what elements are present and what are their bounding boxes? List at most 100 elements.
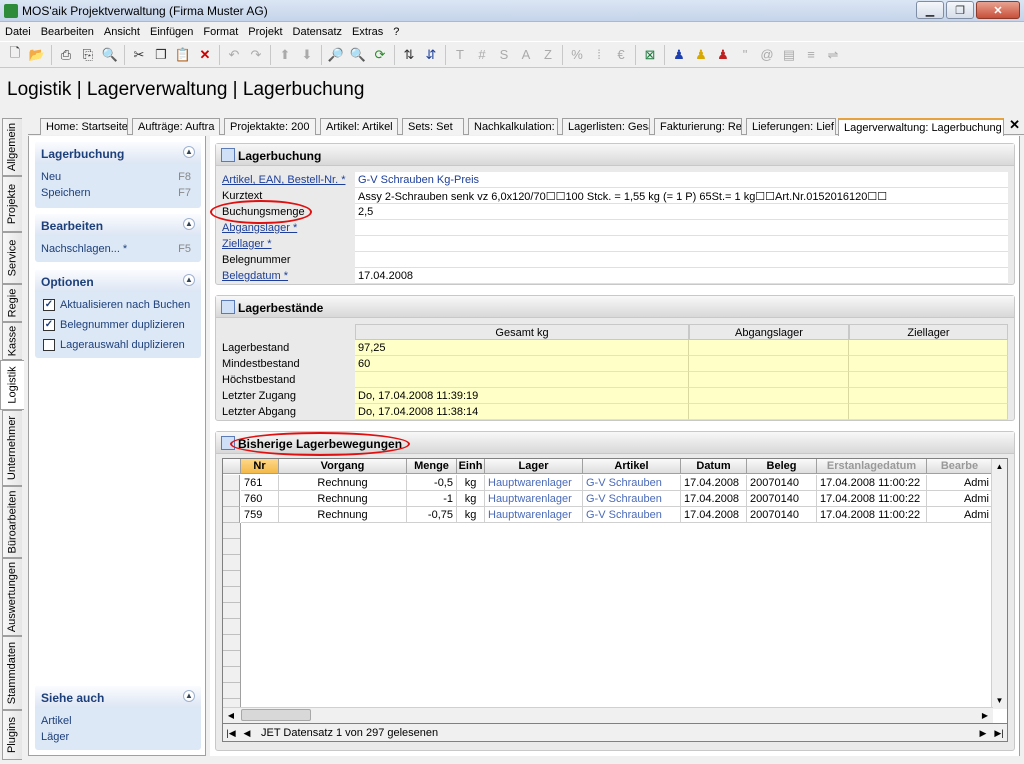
last-record-icon[interactable]: ▶|	[991, 726, 1007, 740]
kurztext-input[interactable]: Assy 2-Schrauben senk vz 6,0x120/70☐☐100…	[355, 188, 1008, 204]
abgangslager-input[interactable]	[355, 220, 1008, 236]
collapse-chevron-icon[interactable]: ▲	[183, 690, 195, 702]
checkbox[interactable]: ✓	[43, 319, 55, 331]
table-cell[interactable]: Admi	[927, 491, 993, 507]
find-next-icon[interactable]: 🔍	[347, 44, 369, 66]
vtab-logistik[interactable]: Logistik	[0, 360, 24, 410]
find-icon[interactable]: 🔎	[325, 44, 347, 66]
table-cell[interactable]: G-V Schrauben	[583, 491, 681, 507]
menu-einfuegen[interactable]: Einfügen	[145, 26, 198, 38]
table-cell[interactable]: Rechnung	[279, 507, 407, 523]
collapse-chevron-icon[interactable]: ▲	[183, 218, 195, 230]
tab-nachkalkulation[interactable]: Nachkalkulation: I	[468, 118, 558, 135]
outline-numbering-icon[interactable]: ⁞	[588, 44, 610, 66]
collapse-chevron-icon[interactable]: ▲	[183, 274, 195, 286]
table-cell[interactable]: 17.04.2008 11:00:22	[817, 475, 927, 491]
symbol-z-icon[interactable]: Z	[537, 44, 559, 66]
link-icon[interactable]: ⇌	[822, 44, 844, 66]
checkbox[interactable]	[43, 339, 55, 351]
scroll-right-icon[interactable]: ▶	[977, 708, 993, 723]
tab-fakturierung[interactable]: Fakturierung: Re	[654, 118, 742, 135]
col-beleg[interactable]: Beleg	[747, 459, 817, 474]
menu-format[interactable]: Format	[198, 26, 243, 38]
table-cell[interactable]: -0,75	[407, 507, 457, 523]
table-cell[interactable]: 20070140	[747, 475, 817, 491]
menu-datensatz[interactable]: Datensatz	[288, 26, 348, 38]
belegdatum-input[interactable]: 17.04.2008	[355, 268, 1008, 284]
option-lagerauswahl[interactable]: Lagerauswahl duplizieren	[35, 335, 201, 355]
tab-artikel[interactable]: Artikel: Artikel	[320, 118, 398, 135]
table-cell[interactable]: kg	[457, 475, 485, 491]
print-icon[interactable]: ⎙	[55, 44, 77, 66]
list-icon[interactable]: ≡	[800, 44, 822, 66]
delete-icon[interactable]: ✕	[194, 44, 216, 66]
tab-projektakte[interactable]: Projektakte: 200	[224, 118, 316, 135]
ziellager-input[interactable]	[355, 236, 1008, 252]
table-cell[interactable]: kg	[457, 491, 485, 507]
user-red-icon[interactable]: ♟	[712, 44, 734, 66]
tab-lagerverwaltung[interactable]: Lagerverwaltung: Lagerbuchung	[838, 118, 1004, 136]
paste-icon[interactable]: 📋	[172, 44, 194, 66]
vtab-kasse[interactable]: Kasse	[2, 322, 22, 360]
text-format-icon[interactable]: T	[449, 44, 471, 66]
vtab-stammdaten[interactable]: Stammdaten	[2, 636, 22, 710]
table-cell[interactable]: Hauptwarenlager	[485, 507, 583, 523]
close-tab-icon[interactable]: ✕	[1009, 117, 1020, 133]
vtab-bueroarbeiten[interactable]: Büroarbeiten	[2, 486, 22, 558]
vtab-regie[interactable]: Regie	[2, 284, 22, 322]
quote-icon[interactable]: "	[734, 44, 756, 66]
task-neu[interactable]: Neu F8	[35, 169, 201, 185]
sort-descending-icon[interactable]: ⇵	[420, 44, 442, 66]
table-cell[interactable]: -0,5	[407, 475, 457, 491]
table-cell[interactable]: G-V Schrauben	[583, 507, 681, 523]
vtab-projekte[interactable]: Projekte	[2, 176, 22, 232]
menu-ansicht[interactable]: Ansicht	[99, 26, 145, 38]
col-lager[interactable]: Lager	[485, 459, 583, 474]
table-cell[interactable]: Admi	[927, 475, 993, 491]
table-cell[interactable]: 759	[241, 507, 279, 523]
number-format-icon[interactable]: #	[471, 44, 493, 66]
belegnummer-input[interactable]	[355, 252, 1008, 268]
task-speichern[interactable]: Speichern F7	[35, 185, 201, 201]
move-up-icon[interactable]: ⬆	[274, 44, 296, 66]
menu-projekt[interactable]: Projekt	[243, 26, 287, 38]
tab-lagerlisten[interactable]: Lagerlisten: Gesa	[562, 118, 650, 135]
user-blue-icon[interactable]: ♟	[668, 44, 690, 66]
table-cell[interactable]: Rechnung	[279, 491, 407, 507]
task-nachschlagen[interactable]: Nachschlagen... * F5	[35, 241, 201, 257]
refresh-icon[interactable]: ⟳	[369, 44, 391, 66]
menu-help[interactable]: ?	[388, 26, 404, 38]
artikel-input[interactable]: G-V Schrauben Kg-Preis	[355, 172, 1008, 188]
checkbox[interactable]: ✓	[43, 299, 55, 311]
option-belegnummer[interactable]: ✓ Belegnummer duplizieren	[35, 315, 201, 335]
col-datum[interactable]: Datum	[681, 459, 747, 474]
scroll-down-icon[interactable]: ▼	[992, 693, 1007, 709]
tab-auftraege[interactable]: Aufträge: Auftra	[132, 118, 220, 135]
first-record-icon[interactable]: |◀	[223, 726, 239, 740]
vtab-plugins[interactable]: Plugins	[2, 710, 22, 760]
scroll-up-icon[interactable]: ▲	[992, 459, 1007, 475]
move-down-icon[interactable]: ⬇	[296, 44, 318, 66]
vtab-service[interactable]: Service	[2, 232, 22, 284]
next-record-icon[interactable]: ▶	[975, 726, 991, 740]
menu-bearbeiten[interactable]: Bearbeiten	[36, 26, 99, 38]
table-cell[interactable]: Admi	[927, 507, 993, 523]
col-menge[interactable]: Menge	[407, 459, 457, 474]
table-cell[interactable]: 17.04.2008 11:00:22	[817, 491, 927, 507]
maximize-button[interactable]: ❐	[946, 1, 974, 19]
collapse-chevron-icon[interactable]: ▲	[183, 146, 195, 158]
col-artikel[interactable]: Artikel	[583, 459, 681, 474]
link-laeger[interactable]: Läger	[35, 729, 201, 745]
user-yellow-icon[interactable]: ♟	[690, 44, 712, 66]
prev-record-icon[interactable]: ◀	[239, 726, 255, 740]
close-window-button[interactable]: ✕	[976, 1, 1020, 19]
menu-extras[interactable]: Extras	[347, 26, 388, 38]
new-document-icon[interactable]: 🗋	[4, 44, 26, 66]
tab-lieferungen[interactable]: Lieferungen: Lief	[746, 118, 836, 135]
vertical-scrollbar[interactable]: ▲ ▼	[991, 459, 1007, 709]
sort-ascending-icon[interactable]: ⇅	[398, 44, 420, 66]
col-nr[interactable]: Nr	[241, 459, 279, 474]
at-icon[interactable]: @	[756, 44, 778, 66]
table-cell[interactable]: 17.04.2008	[681, 475, 747, 491]
col-bearbeiter[interactable]: Bearbe	[927, 459, 993, 474]
